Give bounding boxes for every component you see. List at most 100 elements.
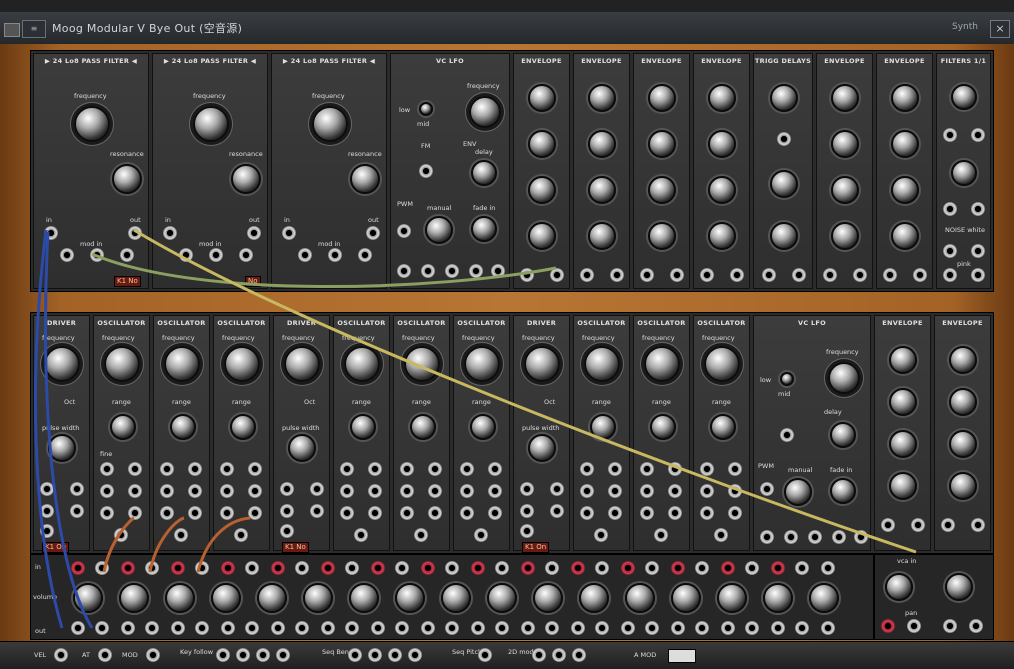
out-jack[interactable]	[853, 268, 867, 282]
pwm-jack[interactable]	[760, 482, 774, 496]
in-jack[interactable]	[883, 268, 897, 282]
preset-label[interactable]: Synth	[952, 22, 978, 32]
pwm-jack[interactable]	[397, 224, 411, 238]
wave-out-jack[interactable]	[854, 530, 868, 544]
mixer-out-jack[interactable]	[721, 621, 735, 635]
wave-out-jack[interactable]	[784, 530, 798, 544]
release-knob[interactable]	[708, 222, 736, 250]
fm-jack[interactable]	[368, 462, 382, 476]
mixer-out-jack[interactable]	[545, 621, 559, 635]
mixer-out-jack[interactable]	[321, 621, 335, 635]
out-jack[interactable]	[728, 506, 742, 520]
out-jack[interactable]	[400, 506, 414, 520]
mod-in-jack[interactable]	[239, 248, 253, 262]
keyboard-tag[interactable]: K1 No	[114, 276, 141, 287]
in-jack[interactable]	[943, 202, 957, 216]
mixer-in-jack[interactable]	[521, 561, 535, 575]
mixer-in-jack[interactable]	[445, 561, 459, 575]
release-knob[interactable]	[891, 222, 919, 250]
out-jack[interactable]	[234, 528, 248, 542]
out-jack[interactable]	[188, 484, 202, 498]
frequency-knob[interactable]	[44, 346, 80, 382]
range-knob[interactable]	[170, 414, 196, 440]
output-jack[interactable]	[907, 619, 921, 633]
in-jack[interactable]	[640, 268, 654, 282]
pulse-width-knob[interactable]	[48, 434, 76, 462]
output-jack[interactable]	[881, 619, 895, 633]
noise-white-jack[interactable]	[971, 244, 985, 258]
mixer-in-jack[interactable]	[595, 561, 609, 575]
mod-in-jack[interactable]	[328, 248, 342, 262]
out-jack[interactable]	[280, 524, 294, 538]
sustain-knob[interactable]	[588, 176, 616, 204]
fm-jack[interactable]	[100, 462, 114, 476]
out-jack[interactable]	[40, 504, 54, 518]
pulse-width-knob[interactable]	[288, 434, 316, 462]
fm-jack[interactable]	[400, 462, 414, 476]
sustain-knob[interactable]	[891, 176, 919, 204]
menu-button[interactable]: ≡	[22, 20, 46, 38]
manual-knob[interactable]	[425, 216, 453, 244]
out-jack[interactable]	[668, 484, 682, 498]
volume-knob[interactable]	[717, 583, 747, 613]
mod-jack[interactable]	[146, 648, 160, 662]
2d-mod-jack[interactable]	[572, 648, 586, 662]
release-knob[interactable]	[588, 222, 616, 250]
out-jack[interactable]	[520, 524, 534, 538]
frequency-knob[interactable]	[104, 346, 140, 382]
out-jack[interactable]	[911, 518, 925, 532]
delay-knob[interactable]	[770, 170, 798, 198]
decay-knob[interactable]	[891, 130, 919, 158]
fm-jack[interactable]	[488, 462, 502, 476]
frequency-knob[interactable]	[344, 346, 380, 382]
decay-knob[interactable]	[949, 388, 977, 416]
mixer-in-jack[interactable]	[795, 561, 809, 575]
out-jack[interactable]	[280, 504, 294, 518]
out-jack[interactable]	[354, 528, 368, 542]
release-knob[interactable]	[528, 222, 556, 250]
a-mod-switch[interactable]	[668, 649, 696, 663]
range-knob[interactable]	[710, 414, 736, 440]
mod-in-jack[interactable]	[90, 248, 104, 262]
mixer-out-jack[interactable]	[195, 621, 209, 635]
mixer-in-jack[interactable]	[645, 561, 659, 575]
fm-jack[interactable]	[70, 482, 84, 496]
in-jack[interactable]	[943, 128, 957, 142]
mixer-in-jack[interactable]	[95, 561, 109, 575]
fade-in-knob[interactable]	[471, 216, 497, 242]
volume-knob[interactable]	[441, 583, 471, 613]
fm-jack[interactable]	[428, 462, 442, 476]
out-jack[interactable]	[488, 506, 502, 520]
mixer-out-jack[interactable]	[521, 621, 535, 635]
mixer-out-jack[interactable]	[95, 621, 109, 635]
out-jack[interactable]	[428, 484, 442, 498]
pulse-width-knob[interactable]	[528, 434, 556, 462]
mixer-in-jack[interactable]	[671, 561, 685, 575]
resonance-knob[interactable]	[231, 164, 261, 194]
mixer-in-jack[interactable]	[321, 561, 335, 575]
frequency-knob[interactable]	[524, 346, 560, 382]
mixer-out-jack[interactable]	[645, 621, 659, 635]
fm-jack[interactable]	[340, 462, 354, 476]
fm-jack[interactable]	[640, 462, 654, 476]
out-jack[interactable]	[114, 528, 128, 542]
out-jack[interactable]	[608, 484, 622, 498]
resonance-knob[interactable]	[350, 164, 380, 194]
out-jack[interactable]	[160, 484, 174, 498]
out-jack[interactable]	[792, 268, 806, 282]
in-jack[interactable]	[282, 226, 296, 240]
mixer-out-jack[interactable]	[395, 621, 409, 635]
sustain-knob[interactable]	[528, 176, 556, 204]
out-jack[interactable]	[608, 506, 622, 520]
out-jack[interactable]	[730, 268, 744, 282]
key-follow-jack[interactable]	[236, 648, 250, 662]
frequency-knob[interactable]	[404, 346, 440, 382]
mixer-out-jack[interactable]	[771, 621, 785, 635]
mixer-out-jack[interactable]	[571, 621, 585, 635]
attack-knob[interactable]	[648, 84, 676, 112]
fm-jack[interactable]	[128, 462, 142, 476]
out-jack[interactable]	[128, 506, 142, 520]
lfo-frequency-knob[interactable]	[828, 362, 860, 394]
mixer-in-jack[interactable]	[621, 561, 635, 575]
mixer-out-jack[interactable]	[421, 621, 435, 635]
